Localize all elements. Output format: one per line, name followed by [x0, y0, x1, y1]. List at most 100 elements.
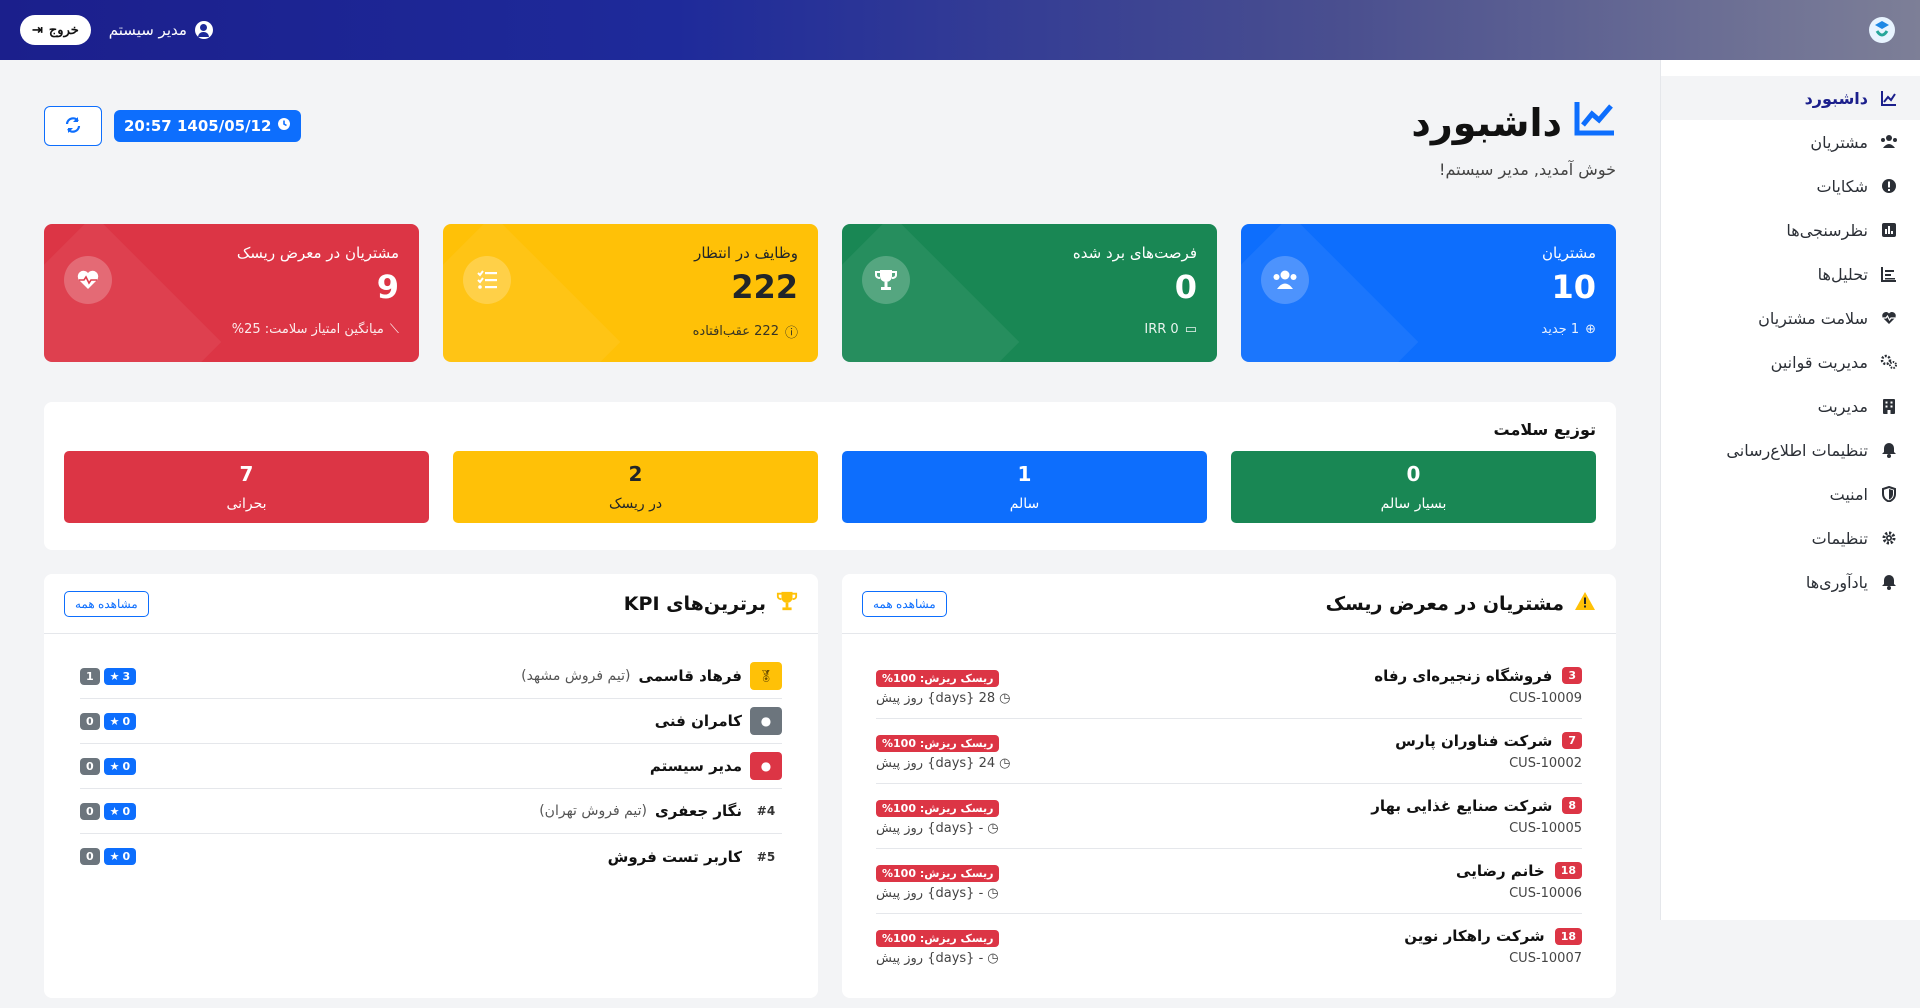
churn-risk-badge: ریسک ریزش: 100%: [876, 930, 1000, 947]
gears-icon: [1880, 353, 1898, 371]
last-activity: ◷ - {days} روز پیش: [876, 886, 999, 901]
health-box-at-risk[interactable]: 2 در ریسک: [453, 451, 818, 523]
health-value: 1: [1017, 462, 1032, 486]
customer-code: CUS-10002: [1509, 755, 1582, 771]
health-label: در ریسک: [608, 496, 663, 512]
rank-label: #4: [756, 804, 776, 818]
user-menu[interactable]: مدیر سیستم: [109, 21, 213, 39]
last-activity-text: - {days} روز پیش: [876, 820, 984, 836]
list-item[interactable]: 7 شرکت فناوران پارس CUS-10002 ریسک ریزش:…: [876, 719, 1582, 784]
sidebar-item-rules[interactable]: مدیریت قوانین: [1661, 340, 1920, 384]
sidebar-item-security[interactable]: امنیت: [1661, 472, 1920, 516]
sidebar-item-label: تحلیل‌ها: [1817, 264, 1868, 284]
health-box-healthy[interactable]: 1 سالم: [842, 451, 1207, 523]
stat-card-at-risk-customers[interactable]: مشتریان در معرض ریسک 9 ⟋ میانگین امتیاز …: [44, 224, 419, 362]
star-icon: ★: [109, 850, 120, 863]
page-header: داشبورد خوش آمدید, مدیر سیستم! 20:57 140…: [44, 60, 1616, 210]
info-icon: ⓘ: [784, 326, 798, 341]
sidebar-item-label: تنظیمات اطلاع‌رسانی: [1726, 440, 1868, 460]
sidebar-item-dashboard[interactable]: داشبورد: [1661, 76, 1920, 120]
top-header: ⇥ خروج مدیر سیستم: [0, 0, 1920, 60]
refresh-button[interactable]: [44, 106, 102, 146]
brand-logo[interactable]: [1864, 12, 1900, 48]
list-item[interactable]: #5 کاربر تست فروش 0 ★ 0: [80, 834, 782, 879]
stars-value: 0: [122, 759, 131, 773]
health-box-very-healthy[interactable]: 0 بسیار سالم: [1231, 451, 1596, 523]
clock-icon: ◷: [987, 951, 999, 966]
star-icon: ★: [109, 714, 120, 728]
heartbeat-icon: [1880, 309, 1898, 327]
count-badge: 0: [80, 712, 100, 730]
last-activity: ◷ - {days} روز پیش: [876, 821, 999, 836]
churn-risk-badge: ریسک ریزش: 100%: [876, 734, 1000, 752]
list-item[interactable]: 🏅︎ فرهاد قاسمی (تیم فروش مشهد) 1 ★ 3: [80, 654, 782, 699]
stat-title: فرصت‌های برد شده: [1072, 244, 1197, 262]
stats-row: مشتریان 10 ⊕ 1 جدید فرصت‌های برد شده 0 ▭…: [44, 224, 1616, 362]
health-box-critical[interactable]: 7 بحرانی: [64, 451, 429, 523]
risk-customer: 8 شرکت صنایع غذایی بهار CUS-10005: [1371, 797, 1582, 836]
star-icon: ★: [109, 759, 120, 773]
issue-count-badge: 18: [1554, 927, 1582, 945]
list-item[interactable]: ● کامران فنی 0 ★ 0: [80, 699, 782, 744]
stat-card-won-opportunities[interactable]: فرصت‌های برد شده 0 ▭ IRR 0: [842, 224, 1217, 362]
panel-header: مشتریان در معرض ریسک مشاهده همه: [842, 574, 1616, 634]
stat-value: 0: [1174, 268, 1197, 306]
health-label: بسیار سالم: [1380, 496, 1447, 512]
star-icon: ★: [109, 669, 120, 683]
stars-badge: ★ 0: [103, 802, 137, 820]
sidebar-item-surveys[interactable]: نظرسنجی‌ها: [1661, 208, 1920, 252]
health-title: توزیع سلامت: [1493, 420, 1596, 439]
sidebar-item-settings[interactable]: تنظیمات: [1661, 516, 1920, 560]
churn-risk-badge: ریسک ریزش: 100%: [876, 799, 1000, 817]
sidebar-item-analytics[interactable]: تحلیل‌ها: [1661, 252, 1920, 296]
customer-code: CUS-10009: [1509, 690, 1582, 706]
last-activity-text: - {days} روز پیش: [876, 951, 984, 966]
list-item[interactable]: 8 شرکت صنایع غذایی بهار CUS-10005 ریسک ر…: [876, 784, 1582, 849]
list-item[interactable]: #4 نگار جعفری (تیم فروش تهران) 0 ★ 0: [80, 789, 782, 834]
stat-foot: ⟋ میانگین امتیاز سلامت: 25%: [232, 322, 399, 337]
sidebar-item-label: نظرسنجی‌ها: [1786, 220, 1868, 240]
stat-foot-text: IRR 0: [1144, 322, 1179, 337]
sidebar-item-customers[interactable]: مشتریان: [1661, 120, 1920, 164]
person-name: نگار جعفری: [655, 802, 742, 820]
kpi-badges: 0 ★ 0: [80, 802, 137, 820]
sidebar-item-customer-health[interactable]: سلامت مشتریان: [1661, 296, 1920, 340]
list-item[interactable]: 18 شرکت راهکار نوین CUS-10007 ریسک ریزش:…: [876, 914, 1582, 979]
view-all-button[interactable]: مشاهده همه: [862, 590, 947, 617]
stat-foot: ▭ IRR 0: [1144, 322, 1197, 337]
stars-value: 3: [122, 669, 131, 683]
issue-count-badge: 18: [1554, 862, 1582, 879]
sidebar-item-complaints[interactable]: شکایات: [1661, 164, 1920, 208]
stat-card-customers[interactable]: مشتریان 10 ⊕ 1 جدید: [1241, 224, 1616, 362]
last-activity: ◷ 28 {days} روز پیش: [876, 691, 1010, 706]
sidebar-item-notification-settings[interactable]: تنظیمات اطلاع‌رسانی: [1661, 428, 1920, 472]
stat-value: 9: [376, 268, 399, 306]
logout-button[interactable]: ⇥ خروج: [20, 15, 91, 45]
bell-icon: [1880, 573, 1898, 591]
sidebar: داشبورد مشتریان شکایات نظرسنجی‌ها تحلیل‌…: [1660, 60, 1920, 920]
building-icon: [1880, 397, 1898, 415]
sidebar-item-label: مشتریان: [1810, 132, 1868, 152]
issue-count-badge: 3: [1562, 667, 1582, 684]
sidebar-item-management[interactable]: مدیریت: [1661, 384, 1920, 428]
customer-code: CUS-10007: [1509, 951, 1582, 966]
logout-icon: ⇥: [32, 22, 43, 37]
tasks-icon: [463, 256, 511, 304]
risk-meta: ریسک ریزش: 100% ◷ - {days} روز پیش: [876, 862, 1000, 901]
risk-customer: 3 فروشگاه زنجیره‌ای رفاه CUS-10009: [1374, 667, 1582, 706]
customer-code: CUS-10006: [1509, 885, 1582, 901]
view-all-button[interactable]: مشاهده همه: [64, 590, 149, 617]
panel-title-text: مشتریان در معرض ریسک: [1325, 592, 1564, 615]
chart-line-icon: [1880, 89, 1898, 107]
risk-list: 3 فروشگاه زنجیره‌ای رفاه CUS-10009 ریسک …: [842, 634, 1616, 979]
sidebar-item-reminders[interactable]: یادآوری‌ها: [1661, 560, 1920, 604]
risk-meta: ریسک ریزش: 100% ◷ 28 {days} روز پیش: [876, 667, 1010, 706]
last-activity: ◷ 24 {days} روز پیش: [876, 756, 1010, 771]
health-label: سالم: [1009, 496, 1040, 512]
list-item[interactable]: ● مدیر سیستم 0 ★ 0: [80, 744, 782, 789]
health-value: 7: [239, 462, 254, 486]
risk-customer-name-row: 3 فروشگاه زنجیره‌ای رفاه: [1374, 667, 1582, 685]
list-item[interactable]: 18 خانم رضایی CUS-10006 ریسک ریزش: 100% …: [876, 849, 1582, 914]
stat-card-pending-tasks[interactable]: وظایف در انتظار 222 ⓘ 222 عقب‌افتاده: [443, 224, 818, 362]
list-item[interactable]: 3 فروشگاه زنجیره‌ای رفاه CUS-10009 ریسک …: [876, 654, 1582, 719]
